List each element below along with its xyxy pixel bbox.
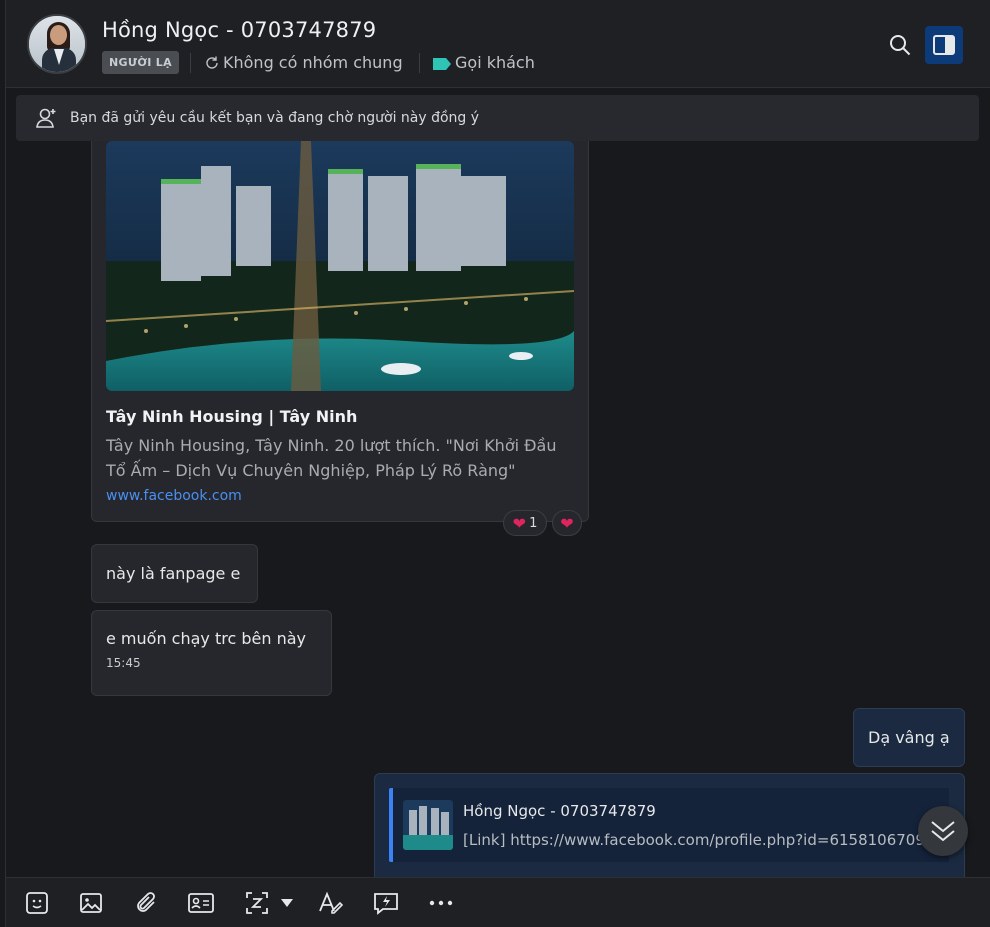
sent-message-bubble[interactable]: Dạ vâng ạ	[853, 708, 965, 767]
stranger-badge: NGƯỜI LẠ	[102, 51, 179, 74]
react-button[interactable]: ❤	[552, 510, 582, 536]
heart-icon: ❤	[560, 513, 574, 533]
link-preview-card[interactable]: Tây Ninh Housing | Tây Ninh Tây Ninh Hou…	[91, 130, 589, 522]
sticker-icon	[26, 892, 48, 914]
friend-request-text: Bạn đã gửi yêu cầu kết bạn và đang chờ n…	[70, 110, 480, 126]
link-preview-title[interactable]: Tây Ninh Housing | Tây Ninh	[106, 407, 357, 426]
divider	[190, 53, 191, 73]
image-icon	[80, 893, 102, 913]
message-text: Dạ vâng ạ	[868, 728, 950, 747]
quote-name: Hồng Ngọc - 0703747879	[463, 802, 656, 820]
more-options-button[interactable]	[428, 890, 454, 916]
quote-link[interactable]: [Link] https://www.facebook.com/profile.…	[463, 831, 923, 849]
label-tag[interactable]: Gọi khách	[432, 52, 535, 74]
avatar[interactable]	[27, 14, 87, 74]
sent-quote-message[interactable]: Hồng Ngọc - 0703747879 [Link] https://ww…	[374, 773, 965, 883]
search-button[interactable]	[881, 26, 919, 64]
quote-thumbnail	[403, 800, 453, 850]
quick-message-button[interactable]	[373, 890, 399, 916]
friend-request-banner: Bạn đã gửi yêu cầu kết bạn và đang chờ n…	[16, 95, 979, 141]
add-friend-pending-icon	[36, 108, 56, 128]
link-preview-image[interactable]	[106, 141, 574, 391]
message-text: e muốn chạy trc bên này	[106, 629, 306, 648]
heart-icon: ❤	[512, 513, 527, 533]
composer-toolbar	[6, 877, 990, 927]
sticker-button[interactable]	[24, 890, 50, 916]
contact-card-button[interactable]	[188, 890, 214, 916]
message-bubble[interactable]: này là fanpage e	[91, 544, 258, 603]
message-text: này là fanpage e	[106, 564, 241, 583]
contact-card-icon	[188, 893, 214, 913]
paperclip-icon	[137, 892, 155, 912]
text-format-icon	[319, 891, 344, 914]
divider	[419, 53, 420, 73]
message-time: 15:45	[106, 656, 141, 670]
chat-header: Hồng Ngọc - 0703747879 NGƯỜI LẠ Không có…	[6, 0, 990, 88]
common-group-status[interactable]: Không có nhóm chung	[204, 52, 403, 74]
search-icon	[890, 35, 911, 56]
link-preview-url[interactable]: www.facebook.com	[106, 488, 242, 504]
quoted-link[interactable]: Hồng Ngọc - 0703747879 [Link] https://ww…	[389, 788, 949, 862]
message-bubble[interactable]: e muốn chạy trc bên này 15:45	[91, 610, 332, 696]
tag-icon	[433, 58, 451, 70]
label-tag-text: Gọi khách	[455, 53, 535, 72]
scroll-to-bottom-button[interactable]	[918, 806, 968, 856]
screenshot-button[interactable]	[244, 890, 270, 916]
text-format-button[interactable]	[318, 890, 344, 916]
more-icon	[429, 900, 453, 906]
sidebar-panel-icon	[933, 35, 955, 55]
toggle-sidebar-button[interactable]	[925, 26, 963, 64]
image-button[interactable]	[78, 890, 104, 916]
screenshot-options-dropdown[interactable]	[274, 890, 300, 916]
lightning-chat-icon	[374, 893, 398, 915]
reaction-summary[interactable]: ❤ 1	[503, 510, 547, 536]
common-group-label: Không có nhóm chung	[223, 53, 403, 72]
contact-name[interactable]: Hồng Ngọc - 0703747879	[102, 18, 376, 42]
caret-down-icon	[281, 899, 293, 907]
refresh-icon	[206, 56, 218, 69]
reaction-count: 1	[529, 515, 538, 531]
link-preview-description: Tây Ninh Housing, Tây Ninh. 20 lượt thíc…	[106, 436, 557, 480]
double-chevron-down-icon	[931, 821, 955, 842]
chat-window: Hồng Ngọc - 0703747879 NGƯỜI LẠ Không có…	[5, 0, 990, 927]
attach-file-button[interactable]	[133, 890, 159, 916]
screenshot-icon	[246, 892, 268, 914]
